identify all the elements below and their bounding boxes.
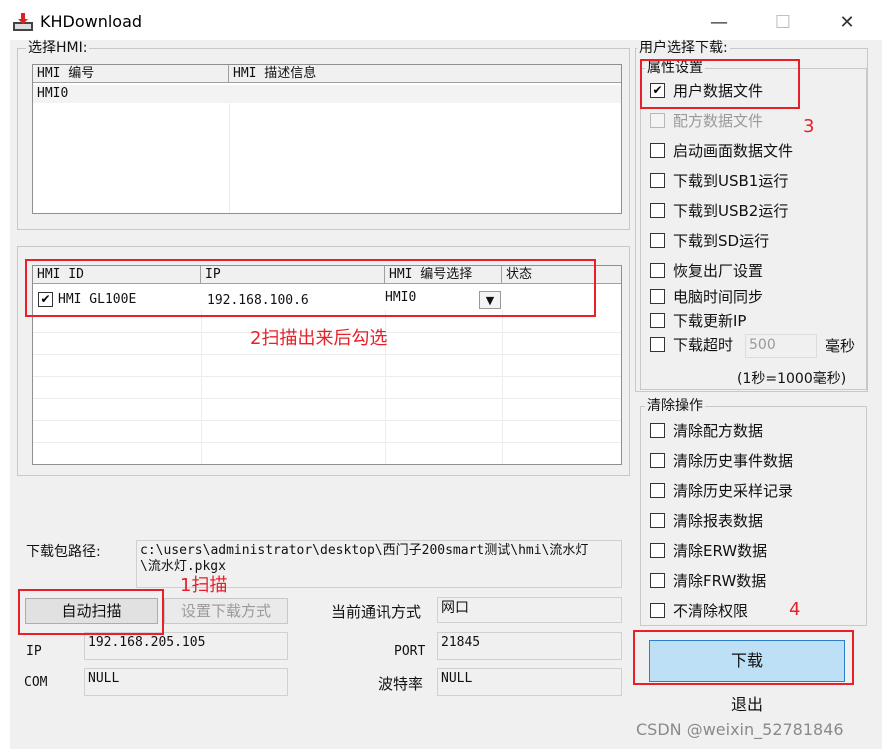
- option-usb1-checkbox[interactable]: [650, 173, 665, 188]
- scan-grid-h4: [33, 398, 621, 399]
- hmi-list-grid: [229, 103, 230, 213]
- option-sd-checkbox[interactable]: [650, 233, 665, 248]
- annotation-step-4: 4: [789, 599, 801, 620]
- clear-recipe-checkbox[interactable]: [650, 423, 665, 438]
- hmi-list-col-number[interactable]: HMI 编号: [33, 65, 229, 83]
- download-path-label: 下载包路径:: [26, 544, 101, 560]
- timeout-input[interactable]: 500: [745, 334, 817, 358]
- minimize-button[interactable]: —: [696, 6, 742, 40]
- annotation-box-user-data: [640, 59, 800, 109]
- option-splash-data[interactable]: 启动画面数据文件: [650, 142, 850, 162]
- clear-sample-history[interactable]: 清除历史采样记录: [650, 482, 850, 502]
- ip-label: IP: [26, 644, 42, 659]
- option-update-ip-label: 下载更新IP: [673, 312, 747, 330]
- hmi-list-header: HMI 编号 HMI 描述信息: [33, 65, 621, 83]
- ip-field: 192.168.205.105: [84, 632, 288, 660]
- clear-report[interactable]: 清除报表数据: [650, 512, 850, 532]
- clear-event-history-checkbox[interactable]: [650, 453, 665, 468]
- option-sd[interactable]: 下载到SD运行: [650, 232, 850, 252]
- app-icon: [12, 13, 34, 33]
- option-usb1-label: 下载到USB1运行: [673, 172, 789, 190]
- clear-report-label: 清除报表数据: [673, 512, 764, 530]
- scan-grid-h5: [33, 420, 621, 421]
- scan-grid-h6: [33, 442, 621, 443]
- keep-permissions[interactable]: 不清除权限: [650, 602, 790, 622]
- close-button[interactable]: ✕: [824, 6, 870, 40]
- option-usb2[interactable]: 下载到USB2运行: [650, 202, 850, 222]
- maximize-button[interactable]: ☐: [760, 6, 806, 40]
- annotation-step-2: 2扫描出来后勾选: [250, 328, 388, 349]
- scan-grid-v3: [502, 310, 503, 464]
- option-recipe-data-checkbox[interactable]: [650, 113, 665, 128]
- annotation-step-3: 3: [803, 116, 815, 137]
- current-mode-field: 网口: [437, 597, 622, 623]
- window-title: KHDownload: [40, 12, 143, 31]
- option-splash-data-label: 启动画面数据文件: [673, 142, 794, 160]
- watermark: CSDN @weixin_52781846: [636, 720, 844, 739]
- clear-frw[interactable]: 清除FRW数据: [650, 572, 850, 592]
- clear-frw-checkbox[interactable]: [650, 573, 665, 588]
- annotation-box-scan-row: [25, 259, 596, 317]
- set-download-mode-button[interactable]: 设置下载方式: [164, 598, 288, 624]
- clear-frw-label: 清除FRW数据: [673, 572, 767, 590]
- timeout-note: (1秒=1000毫秒): [737, 371, 847, 387]
- clear-recipe[interactable]: 清除配方数据: [650, 422, 850, 442]
- hmi-list-cell-number: HMI0: [37, 86, 69, 101]
- option-sd-label: 下载到SD运行: [673, 232, 770, 250]
- exit-button[interactable]: 退出: [649, 690, 845, 720]
- option-splash-data-checkbox[interactable]: [650, 143, 665, 158]
- keep-permissions-label: 不清除权限: [673, 602, 749, 620]
- clear-ops-legend: 清除操作: [645, 398, 705, 414]
- com-label: COM: [24, 675, 48, 690]
- user-download-legend: 用户选择下载:: [637, 40, 730, 56]
- scan-grid-v1: [201, 310, 202, 464]
- clear-recipe-label: 清除配方数据: [673, 422, 764, 440]
- option-time-sync-label: 电脑时间同步: [673, 288, 764, 306]
- option-timeout-label: 下载超时: [673, 336, 734, 354]
- option-time-sync[interactable]: 电脑时间同步: [650, 288, 850, 308]
- title-bar: KHDownload — ☐ ✕: [0, 0, 884, 44]
- keep-permissions-checkbox[interactable]: [650, 603, 665, 618]
- clear-report-checkbox[interactable]: [650, 513, 665, 528]
- clear-sample-history-label: 清除历史采样记录: [673, 482, 794, 500]
- scan-grid-h2: [33, 354, 621, 355]
- option-update-ip[interactable]: 下载更新IP: [650, 312, 850, 332]
- baud-label: 波特率: [378, 675, 424, 693]
- timeout-unit: 毫秒: [825, 337, 856, 355]
- port-field: 21845: [437, 632, 622, 660]
- hmi-list-row[interactable]: HMI0: [33, 85, 621, 103]
- baud-field: NULL: [437, 668, 622, 696]
- option-usb1[interactable]: 下载到USB1运行: [650, 172, 850, 192]
- option-time-sync-checkbox[interactable]: [650, 289, 665, 304]
- annotation-box-auto-scan: [18, 589, 164, 635]
- clear-event-history[interactable]: 清除历史事件数据: [650, 452, 850, 472]
- clear-sample-history-checkbox[interactable]: [650, 483, 665, 498]
- option-timeout[interactable]: 下载超时: [650, 336, 740, 356]
- option-factory-reset[interactable]: 恢复出厂设置: [650, 262, 850, 282]
- annotation-box-download: [633, 630, 854, 685]
- option-factory-reset-checkbox[interactable]: [650, 263, 665, 278]
- option-recipe-data-label: 配方数据文件: [673, 112, 764, 130]
- port-label: PORT: [394, 644, 426, 659]
- clear-erw[interactable]: 清除ERW数据: [650, 542, 850, 562]
- option-usb2-label: 下载到USB2运行: [673, 202, 789, 220]
- option-recipe-data[interactable]: 配方数据文件: [650, 112, 800, 132]
- option-timeout-checkbox[interactable]: [650, 337, 665, 352]
- hmi-list[interactable]: HMI 编号 HMI 描述信息 HMI0: [32, 64, 622, 214]
- option-update-ip-checkbox[interactable]: [650, 313, 665, 328]
- current-mode-label: 当前通讯方式: [331, 603, 422, 621]
- option-usb2-checkbox[interactable]: [650, 203, 665, 218]
- clear-erw-label: 清除ERW数据: [673, 542, 768, 560]
- option-factory-reset-label: 恢复出厂设置: [673, 262, 764, 280]
- select-hmi-legend: 选择HMI:: [26, 40, 90, 56]
- annotation-step-1: 1扫描: [180, 575, 228, 596]
- scan-grid-h3: [33, 376, 621, 377]
- hmi-list-col-description[interactable]: HMI 描述信息: [229, 65, 621, 83]
- com-field: NULL: [84, 668, 288, 696]
- download-path-line-1: c:\users\administrator\desktop\西门子200sma…: [140, 543, 589, 558]
- clear-erw-checkbox[interactable]: [650, 543, 665, 558]
- clear-event-history-label: 清除历史事件数据: [673, 452, 794, 470]
